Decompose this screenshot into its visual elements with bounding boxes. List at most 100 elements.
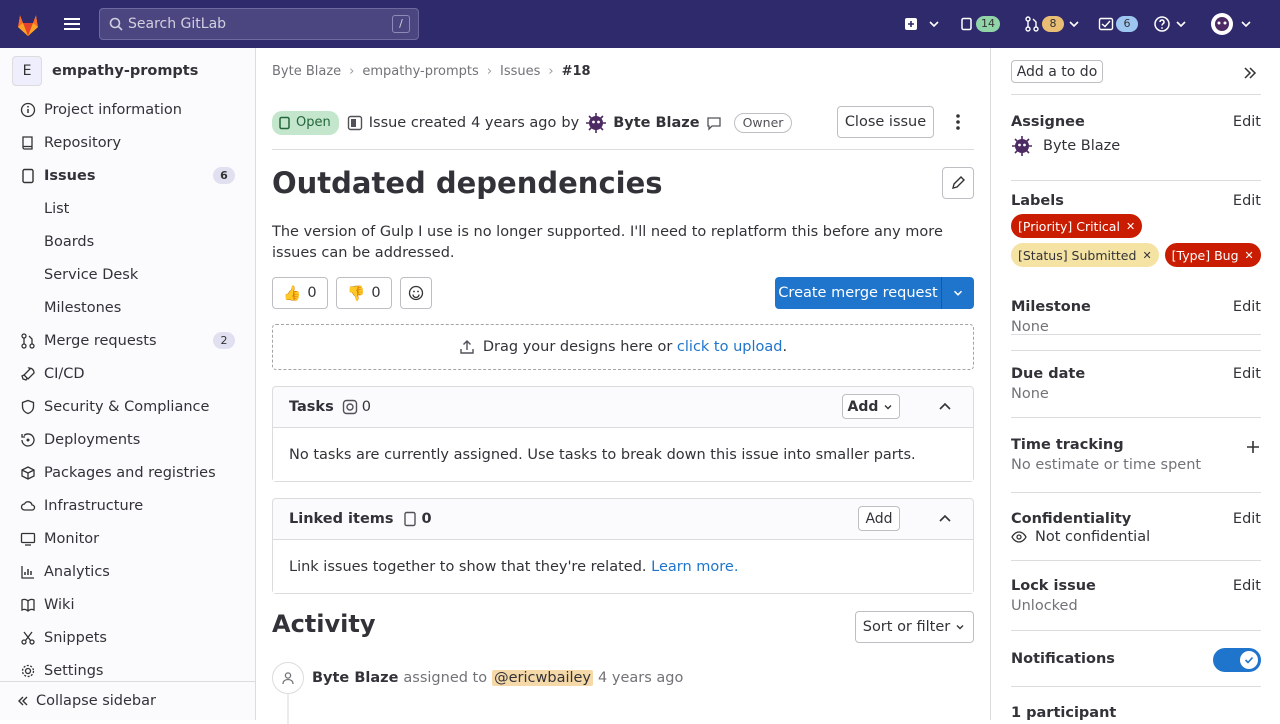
author-avatar[interactable] — [585, 112, 607, 134]
chevron-down-icon — [1241, 21, 1251, 28]
deployments-icon — [21, 433, 35, 447]
sidebar-item-list[interactable]: List — [0, 192, 255, 225]
collapse-tasks-icon[interactable] — [937, 399, 953, 415]
mr-count-button[interactable]: 8 — [1024, 12, 1082, 36]
chevron-down-icon — [884, 404, 892, 409]
tasks-widget: Tasks 0 Add No tasks are currently assig… — [272, 386, 974, 482]
remove-label-icon[interactable]: ✕ — [1142, 249, 1151, 262]
chevron-down-icon — [1069, 21, 1079, 28]
issue-title: Outdated dependencies — [272, 166, 663, 200]
assignee-edit-button[interactable]: Edit — [1233, 114, 1261, 130]
new-menu-button[interactable] — [904, 12, 942, 36]
timeline-user-icon — [272, 662, 304, 694]
assignee-user[interactable]: Byte Blaze — [1011, 135, 1261, 157]
assignee-section: Assignee Edit Byte Blaze — [1011, 114, 1261, 157]
add-todo-button[interactable]: Add a to do — [1011, 60, 1103, 83]
label-badge[interactable]: [Type] Bug ✕ — [1164, 243, 1261, 267]
created-by: by — [561, 114, 580, 131]
add-linked-item-button[interactable]: Add — [858, 506, 900, 531]
sidebar-item-merge-requests[interactable]: Merge requests 2 — [0, 324, 255, 357]
menu-icon[interactable] — [62, 14, 82, 34]
todo-icon — [1098, 17, 1114, 31]
issues-count-button[interactable]: 14 — [960, 12, 1000, 36]
sidebar-item-service-desk[interactable]: Service Desk — [0, 258, 255, 291]
author-name[interactable]: Byte Blaze — [613, 115, 699, 131]
plus-icon[interactable] — [1245, 439, 1261, 455]
sidebar-item-deployments[interactable]: Deployments — [0, 423, 255, 456]
due-date-edit-button[interactable]: Edit — [1233, 366, 1261, 382]
activity-mention[interactable]: @ericwbailey — [492, 670, 594, 686]
rocket-icon — [21, 367, 35, 381]
notifications-toggle[interactable] — [1213, 648, 1261, 672]
breadcrumb-item[interactable]: Byte Blaze — [272, 64, 341, 79]
sidebar-item-repository[interactable]: Repository — [0, 126, 255, 159]
label-badge[interactable]: [Priority] Critical ✕ — [1011, 214, 1143, 238]
help-menu-button[interactable] — [1153, 12, 1189, 36]
sidebar-item-wiki[interactable]: Wiki — [0, 588, 255, 621]
labels-edit-button[interactable]: Edit — [1233, 193, 1261, 209]
collapse-right-sidebar-icon[interactable] — [1241, 65, 1257, 81]
sidebar-item-ci-cd[interactable]: CI/CD — [0, 357, 255, 390]
breadcrumb-current[interactable]: #18 — [562, 64, 591, 79]
gear-icon — [21, 664, 35, 678]
owner-badge: Owner — [733, 112, 793, 133]
sidebar-item-label: Service Desk — [44, 266, 139, 283]
sidebar-item-security-compliance[interactable]: Security & Compliance — [0, 390, 255, 423]
learn-more-link[interactable]: Learn more. — [651, 559, 738, 575]
collapse-linked-icon[interactable] — [937, 511, 953, 527]
tasks-title: Tasks — [289, 399, 334, 415]
collapse-sidebar-button[interactable]: Collapse sidebar — [0, 681, 255, 720]
project-header[interactable]: E empathy-prompts — [12, 56, 198, 86]
create-mr-dropdown-button[interactable] — [942, 277, 974, 309]
smiley-icon — [408, 285, 424, 301]
more-actions-icon[interactable] — [950, 112, 966, 132]
sidebar-item-boards[interactable]: Boards — [0, 225, 255, 258]
chart-icon — [21, 566, 34, 579]
create-merge-request-button[interactable]: Create merge request — [775, 277, 942, 309]
confidentiality-edit-button[interactable]: Edit — [1233, 511, 1261, 527]
upload-link[interactable]: click to upload — [677, 339, 783, 355]
remove-label-icon[interactable]: ✕ — [1245, 249, 1254, 262]
search-placeholder: Search GitLab — [128, 16, 227, 32]
todo-count-button[interactable]: 6 — [1098, 12, 1138, 36]
sidebar-item-infrastructure[interactable]: Infrastructure — [0, 489, 255, 522]
sidebar-item-analytics[interactable]: Analytics — [0, 555, 255, 588]
thumbs-down-icon: 👎 — [347, 285, 366, 302]
tasks-count: 0 — [361, 399, 371, 415]
label-text: [Priority] Critical — [1018, 218, 1120, 234]
sidebar-item-monitor[interactable]: Monitor — [0, 522, 255, 555]
sidebar-item-project-information[interactable]: Project information — [0, 93, 255, 126]
lock-issue-section: Lock issue Edit Unlocked — [1011, 578, 1261, 614]
close-issue-button[interactable]: Close issue — [837, 106, 934, 138]
sidebar-item-label: Security & Compliance — [44, 398, 210, 415]
milestone-edit-button[interactable]: Edit — [1233, 299, 1261, 315]
activity-author[interactable]: Byte Blaze — [312, 670, 398, 686]
sidebar-item-issues[interactable]: Issues 6 — [0, 159, 255, 192]
confidentiality-title: Confidentiality — [1011, 511, 1132, 527]
sidebar-item-label: Issues — [44, 167, 96, 184]
gitlab-logo-icon[interactable] — [14, 10, 42, 38]
sidebar-item-label: Boards — [44, 233, 95, 250]
remove-label-icon[interactable]: ✕ — [1126, 220, 1135, 233]
label-badge[interactable]: [Status] Submitted ✕ — [1011, 243, 1159, 267]
sidebar-item-packages-and-registries[interactable]: Packages and registries — [0, 456, 255, 489]
sort-filter-button[interactable]: Sort or filter — [855, 611, 974, 643]
edit-title-button[interactable] — [942, 167, 974, 199]
thumbs-down-button[interactable]: 👎 0 — [336, 277, 392, 309]
user-menu-button[interactable] — [1210, 12, 1254, 36]
add-task-label: Add — [847, 398, 879, 415]
sidebar-item-label: Settings — [44, 662, 104, 679]
design-upload-dropzone[interactable]: Drag your designs here or click to uploa… — [272, 324, 974, 370]
breadcrumb-item[interactable]: Issues — [500, 64, 540, 79]
sidebar-item-snippets[interactable]: Snippets — [0, 621, 255, 654]
add-task-button[interactable]: Add — [842, 394, 900, 419]
status-label: Open — [296, 115, 331, 130]
sidebar-item-milestones[interactable]: Milestones — [0, 291, 255, 324]
cloud-icon — [20, 501, 36, 511]
search-input[interactable]: Search GitLab / — [99, 8, 419, 40]
project-sidebar: E empathy-prompts Project information Rep… — [0, 48, 256, 720]
add-reaction-button[interactable] — [400, 277, 432, 309]
thumbs-up-button[interactable]: 👍 0 — [272, 277, 328, 309]
lock-issue-edit-button[interactable]: Edit — [1233, 578, 1261, 594]
breadcrumb-item[interactable]: empathy-prompts — [362, 64, 478, 79]
